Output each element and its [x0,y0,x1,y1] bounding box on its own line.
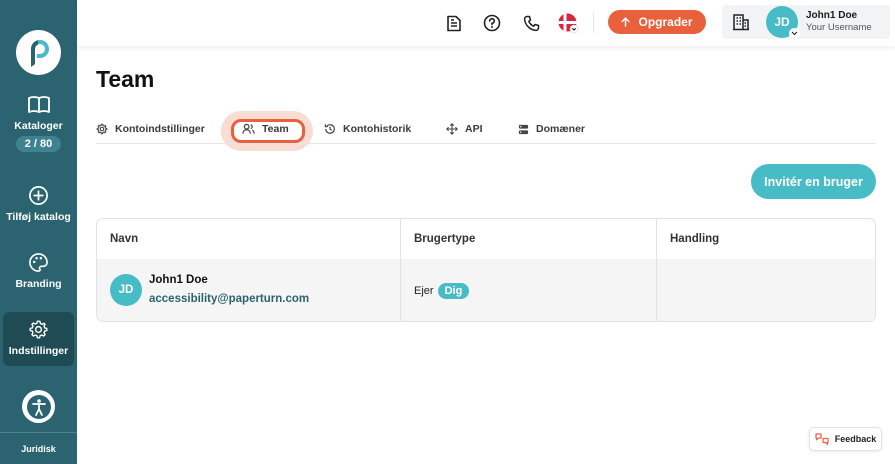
column-divider [400,219,401,321]
move-arrows-icon [446,123,458,135]
tab-kontohistorik[interactable]: Kontohistorik [324,123,411,135]
phone-icon [523,15,539,31]
tab-kontoindstillinger[interactable]: Kontoindstillinger [96,123,205,135]
tab-label: Team [262,123,289,135]
tab-label: Kontohistorik [343,123,412,135]
column-divider [656,219,657,321]
arrow-up-icon [621,17,631,27]
chevron-down-icon [789,28,800,39]
user-name: John1 Doe [806,10,858,21]
book-open-icon [27,96,50,113]
accessibility-icon [26,394,51,419]
column-header-handling: Handling [670,233,720,245]
organization-button[interactable] [730,11,752,33]
feedback-button[interactable]: Feedback [809,427,882,451]
sidebar: Kataloger 2 / 80 Tilføj katalog Branding… [0,0,77,464]
help-circle-icon [483,14,501,32]
document-icon [447,15,461,31]
tab-team[interactable]: Team [242,123,289,135]
help-button[interactable] [481,12,503,34]
server-icon [518,124,529,134]
sidebar-item-label: Indstillinger [8,345,69,357]
feedback-icon [815,433,829,445]
user-subtitle: Your Username [806,22,872,33]
feedback-label: Feedback [834,434,877,444]
palette-icon [29,253,48,272]
document-button[interactable] [443,12,465,34]
top-header: Opgrader JD John1 Doe Your Username [77,0,895,46]
sidebar-item-branding[interactable]: Branding [0,252,77,290]
table-row: JD John1 Doe accessibility@paperturn.com… [97,259,875,321]
member-type: Ejer Dig [414,283,470,299]
column-header-navn: Navn [110,233,139,245]
sidebar-item-indstillinger[interactable]: Indstillinger [0,319,77,357]
sidebar-item-kataloger[interactable]: Kataloger 2 / 80 [0,95,77,152]
history-icon [324,124,335,134]
invite-user-button[interactable]: Invitér en bruger [751,164,876,199]
logo-mark-icon [30,39,49,67]
danish-flag-icon [558,13,578,33]
you-badge: Dig [437,283,470,299]
member-avatar: JD [110,274,142,306]
upgrade-label: Opgrader [638,15,693,29]
user-menu[interactable]: JD John1 Doe Your Username [722,5,890,39]
column-header-brugertype: Brugertype [414,233,476,245]
member-name: John1 Doe [149,274,208,286]
tab-label: Kontoindstillinger [115,123,205,135]
sidebar-item-label: Kataloger [14,120,63,132]
accessibility-button[interactable] [22,390,55,423]
settings-tabs: Kontoindstillinger Team Kontohistorik AP… [96,117,876,144]
sidebar-item-label: Branding [15,278,62,290]
team-table: Navn Brugertype Handling JD John1 Doe ac… [96,218,876,322]
gear-icon [29,320,48,339]
user-avatar[interactable]: JD [766,6,800,39]
paperturn-logo[interactable] [16,30,61,75]
member-email: accessibility@paperturn.com [149,293,310,305]
sidebar-item-label: Tilføj katalog [6,211,71,223]
tab-domaener[interactable]: Domæner [518,123,585,135]
users-icon [242,123,255,134]
tab-label: API [465,123,483,135]
tab-api[interactable]: API [446,123,483,135]
page-title: Team [96,66,155,92]
catalog-count-badge: 2 / 80 [15,136,62,152]
gear-icon [96,123,108,135]
sidebar-divider [0,432,77,433]
building-icon [733,14,749,31]
tab-label: Domæner [536,123,586,135]
phone-button[interactable] [520,12,542,34]
upgrade-button[interactable]: Opgrader [608,10,706,34]
sidebar-item-tilfoej-katalog[interactable]: Tilføj katalog [0,185,77,223]
language-selector[interactable] [557,12,579,34]
plus-circle-icon [29,186,48,205]
member-role: Ejer [414,285,434,297]
header-divider [593,13,594,33]
legal-link[interactable]: Juridisk [0,444,77,454]
avatar-initials: JD [774,15,790,29]
